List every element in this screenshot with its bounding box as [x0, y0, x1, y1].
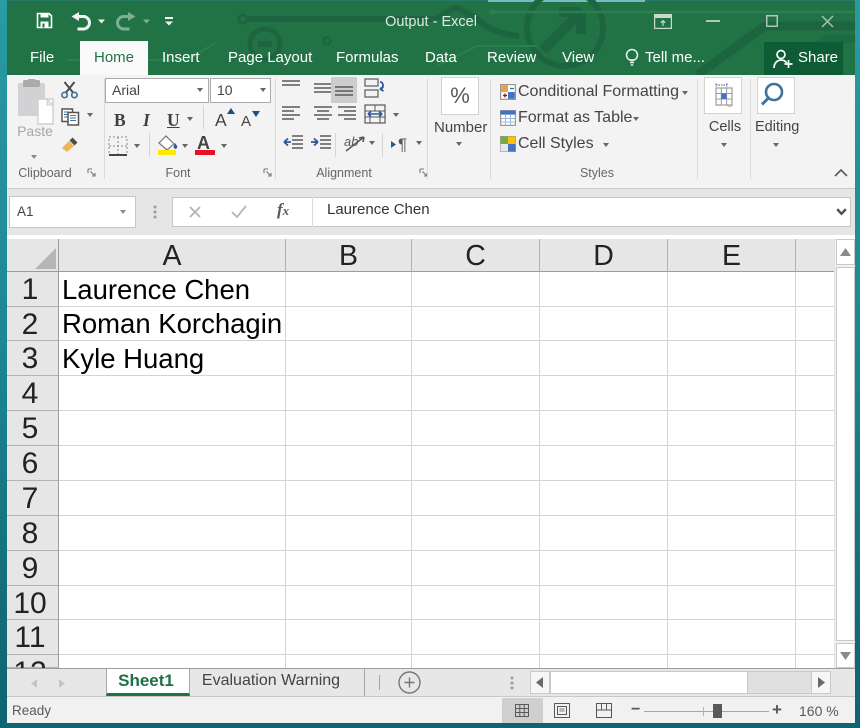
svg-text:¶: ¶ [398, 136, 407, 152]
